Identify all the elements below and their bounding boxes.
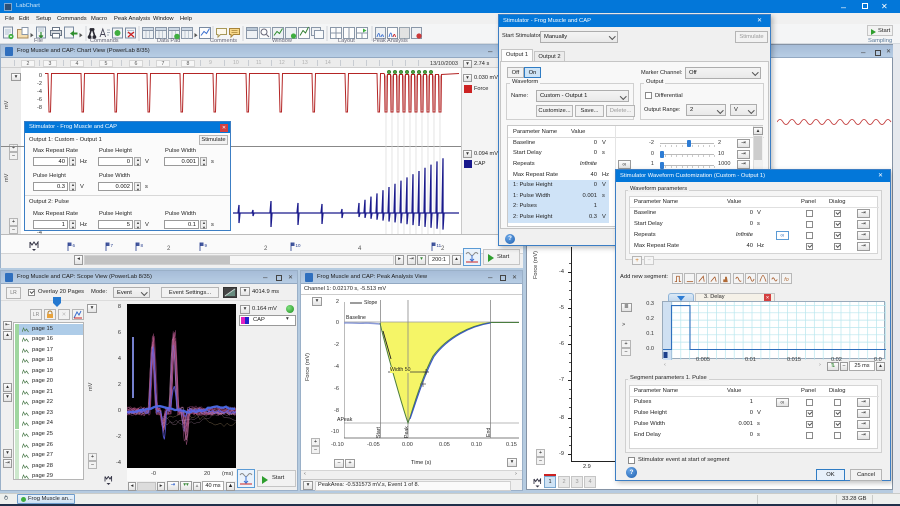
svg-text:fo: fo (784, 277, 788, 283)
svg-text:4: 4 (358, 246, 362, 252)
svg-text:8: 8 (141, 243, 144, 248)
svg-text:2: 2 (441, 246, 445, 252)
svg-text:7: 7 (111, 243, 114, 248)
svg-text:10: 10 (296, 243, 302, 248)
svg-text:2: 2 (264, 246, 268, 252)
svg-text:9: 9 (205, 243, 208, 248)
svg-text:2: 2 (167, 246, 171, 252)
svg-text:6: 6 (73, 243, 76, 248)
